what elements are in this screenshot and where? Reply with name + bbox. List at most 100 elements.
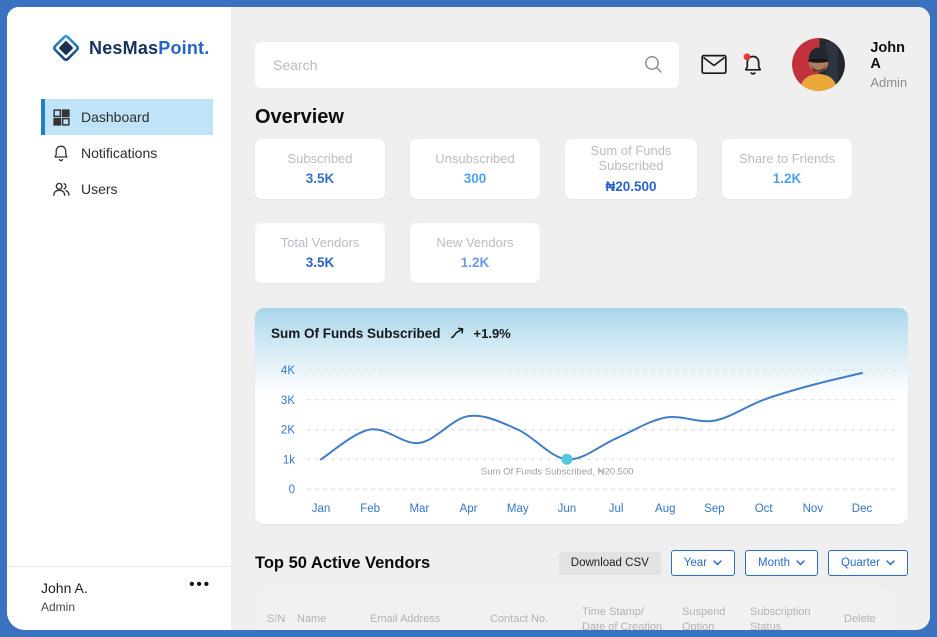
sidebar-item-users[interactable]: Users (41, 171, 213, 207)
stat-value: ₦20.500 (605, 179, 656, 194)
x-axis-label: Oct (755, 503, 774, 515)
stat-value: 1.2K (461, 255, 490, 270)
x-axis-label: Feb (360, 503, 380, 515)
funds-chart-card: Sum Of Funds Subscribed +1.9% 0 1k 2K 3K 4K J… (255, 308, 908, 524)
logo-text: NesMasPoint. (89, 38, 209, 59)
y-axis-label: 3K (281, 395, 295, 407)
sidebar-item-dashboard[interactable]: Dashboard (41, 99, 213, 135)
sidebar: NesMasPoint. Dashboard (7, 7, 232, 630)
stat-label: Total Vendors (273, 236, 368, 251)
x-axis-label: May (507, 503, 529, 515)
topbar-icons: John A Admin (701, 38, 908, 91)
search-icon[interactable] (644, 55, 663, 74)
bell-icon[interactable] (742, 53, 763, 77)
col-sn: S/N (267, 612, 297, 627)
filter-label: Year (684, 557, 707, 569)
col-subscription: SubscriptionStatus (750, 605, 844, 630)
chart-change-percent: +1.9% (474, 326, 511, 341)
stat-card-share-to-friends: Share to Friends 1.2K (722, 139, 852, 199)
x-axis-label: Dec (852, 503, 873, 515)
sidebar-nav: Dashboard Notifications (7, 99, 231, 207)
logo-text-primary: NesMas (89, 38, 158, 58)
chart-header: Sum Of Funds Subscribed +1.9% (255, 308, 908, 354)
diamond-logo-icon (51, 33, 81, 63)
sidebar-footer: John A. Admin ••• (7, 566, 231, 630)
y-axis-label: 0 (289, 484, 295, 496)
highlight-dot (561, 454, 572, 465)
vendors-toolbar: Top 50 Active Vendors Download CSV Year … (255, 550, 908, 576)
y-axis-label: 4K (281, 365, 295, 377)
stat-card-subscribed: Subscribed 3.5K (255, 139, 385, 199)
bell-icon (52, 144, 70, 162)
filter-label: Month (758, 557, 790, 569)
chevron-down-icon (713, 560, 722, 566)
stat-label: Sum of Funds Subscribed (565, 144, 697, 173)
topbar: John A Admin (255, 38, 908, 91)
x-axis-label: Nov (803, 503, 824, 515)
topbar-user-name: John A (870, 40, 908, 72)
col-name: Name (297, 612, 370, 627)
x-axis-label: Apr (460, 503, 478, 515)
funds-line-chart: 0 1k 2K 3K 4K Jan Feb Mar Apr May Jun Jul Aug Sep Oct N… (255, 354, 908, 524)
filter-month-button[interactable]: Month (745, 550, 818, 576)
sidebar-item-label: Dashboard (81, 109, 150, 125)
page-title: Overview (255, 106, 908, 129)
avatar[interactable] (792, 38, 845, 91)
x-axis-label: Aug (655, 503, 675, 515)
search-input[interactable] (273, 57, 644, 73)
funds-line-series (321, 373, 862, 459)
sidebar-item-label: Notifications (81, 145, 157, 161)
chart-tooltip: Sum Of Funds Subscribed, ₦20.500 (481, 466, 634, 477)
users-icon (52, 180, 70, 198)
main-content: John A Admin Overview Subscribed 3.5K Un… (232, 7, 930, 630)
stat-card-sum-of-funds: Sum of Funds Subscribed ₦20.500 (565, 139, 697, 199)
chevron-down-icon (886, 560, 895, 566)
stats-row-2: Total Vendors 3.5K New Vendors 1.2K (255, 223, 908, 283)
stat-value: 1.2K (773, 171, 802, 186)
filter-label: Quarter (841, 557, 880, 569)
col-suspend: SuspendOption (682, 605, 750, 630)
trend-up-arrow-icon (450, 327, 465, 339)
sidebar-item-notifications[interactable]: Notifications (41, 135, 213, 171)
app-window: NesMasPoint. Dashboard (7, 7, 930, 630)
grid-icon (52, 108, 70, 126)
vendors-section-title: Top 50 Active Vendors (255, 554, 559, 573)
logo: NesMasPoint. (51, 33, 231, 63)
chevron-down-icon (796, 560, 805, 566)
topbar-user: John A Admin (870, 40, 908, 90)
mail-icon[interactable] (701, 54, 727, 75)
stat-label: New Vendors (428, 236, 521, 251)
stat-label: Subscribed (279, 152, 360, 167)
stats-row-1: Subscribed 3.5K Unsubscribed 300 Sum of … (255, 139, 908, 199)
col-email: Email Address (370, 612, 490, 627)
stat-value: 300 (464, 171, 487, 186)
stat-label: Share to Friends (731, 152, 843, 167)
sidebar-profile: John A. Admin (41, 580, 88, 614)
logo-text-secondary: Point. (158, 38, 209, 58)
x-axis-label: Mar (409, 503, 429, 515)
download-csv-button[interactable]: Download CSV (559, 552, 661, 575)
stat-card-unsubscribed: Unsubscribed 300 (410, 139, 540, 199)
search-bar[interactable] (255, 42, 679, 88)
y-axis-label: 2K (281, 425, 295, 437)
x-axis-label: Sep (704, 503, 724, 515)
y-axis-label: 1k (283, 454, 295, 466)
topbar-user-role: Admin (870, 75, 908, 90)
stat-value: 3.5K (306, 171, 335, 186)
filter-year-button[interactable]: Year (671, 550, 735, 576)
sidebar-profile-name: John A. (41, 580, 88, 596)
stat-card-new-vendors: New Vendors 1.2K (410, 223, 540, 283)
chart-title: Sum Of Funds Subscribed (271, 326, 441, 341)
col-timestamp: Time Stamp/Date of Creation (582, 605, 682, 630)
x-axis-label: Jan (312, 503, 331, 515)
x-axis-label: Jun (558, 503, 577, 515)
stat-label: Unsubscribed (427, 152, 523, 167)
filter-quarter-button[interactable]: Quarter (828, 550, 908, 576)
vendors-table-header: S/N Name Email Address Contact No. Time … (255, 590, 896, 630)
x-axis-label: Jul (609, 503, 624, 515)
sidebar-profile-role: Admin (41, 600, 88, 614)
profile-menu-button[interactable]: ••• (189, 580, 211, 590)
col-delete: Delete (844, 612, 896, 627)
stat-card-total-vendors: Total Vendors 3.5K (255, 223, 385, 283)
sidebar-item-label: Users (81, 181, 118, 197)
